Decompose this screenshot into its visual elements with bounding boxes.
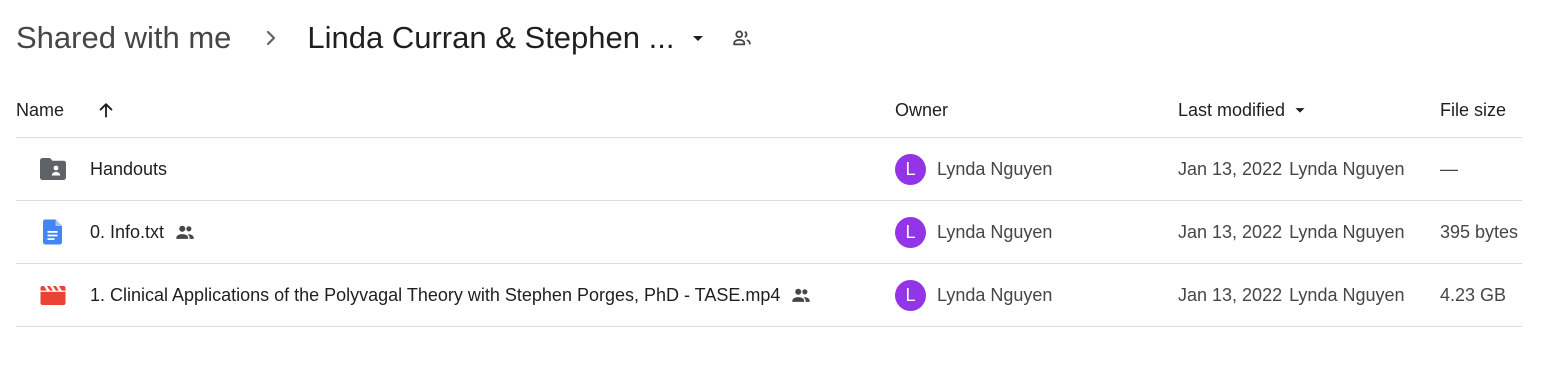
owner: L Lynda Nguyen — [895, 201, 1052, 263]
owner: L Lynda Nguyen — [895, 264, 1052, 326]
avatar: L — [895, 216, 926, 248]
breadcrumb-current-folder[interactable]: Linda Curran & Stephen ... — [307, 18, 718, 58]
file-name: 0. Info.txt — [90, 201, 196, 263]
table-row[interactable]: 0. Info.txt L Lynda Nguyen Jan 13, 2022 L… — [16, 201, 1522, 264]
file-size: 4.23 GB — [1440, 284, 1507, 305]
arrow-drop-down-icon[interactable] — [678, 18, 718, 58]
avatar: L — [895, 279, 926, 311]
people-icon — [790, 284, 812, 306]
breadcrumb: Shared with me Linda Curran & Stephen ..… — [16, 14, 762, 62]
table-row[interactable]: 1. Clinical Applications of the Polyvaga… — [16, 264, 1522, 327]
chevron-right-icon — [235, 14, 307, 62]
arrow-up-icon[interactable] — [94, 82, 118, 138]
google-doc-icon — [38, 201, 68, 263]
file-list: Name Owner Last modified File size Hando… — [16, 82, 1522, 327]
last-modified: Jan 13, 2022 Lynda Nguyen — [1178, 221, 1405, 242]
table-row[interactable]: Handouts L Lynda Nguyen Jan 13, 2022 Lynd… — [16, 138, 1522, 201]
owner: L Lynda Nguyen — [895, 138, 1052, 200]
breadcrumb-shared-with-me[interactable]: Shared with me — [16, 20, 235, 56]
file-size: 395 bytes — [1440, 221, 1519, 242]
avatar: L — [895, 153, 926, 185]
file-name: 1. Clinical Applications of the Polyvaga… — [90, 264, 812, 326]
people-icon[interactable] — [722, 18, 762, 58]
arrow-drop-down-icon — [1291, 101, 1309, 119]
table-header: Name Owner Last modified File size — [16, 82, 1522, 138]
file-name: Handouts — [90, 158, 168, 179]
column-header-file-size: File size — [1440, 99, 1507, 120]
last-modified: Jan 13, 2022 Lynda Nguyen — [1178, 284, 1405, 305]
people-icon — [174, 221, 196, 243]
column-header-owner: Owner — [895, 99, 949, 120]
current-folder-title: Linda Curran & Stephen ... — [307, 20, 675, 55]
shared-folder-icon — [38, 138, 68, 200]
file-size: — — [1440, 158, 1458, 179]
video-file-icon — [38, 264, 68, 326]
column-header-last-modified[interactable]: Last modified — [1178, 82, 1309, 138]
last-modified: Jan 13, 2022 Lynda Nguyen — [1178, 158, 1405, 179]
column-header-name[interactable]: Name — [16, 82, 64, 138]
